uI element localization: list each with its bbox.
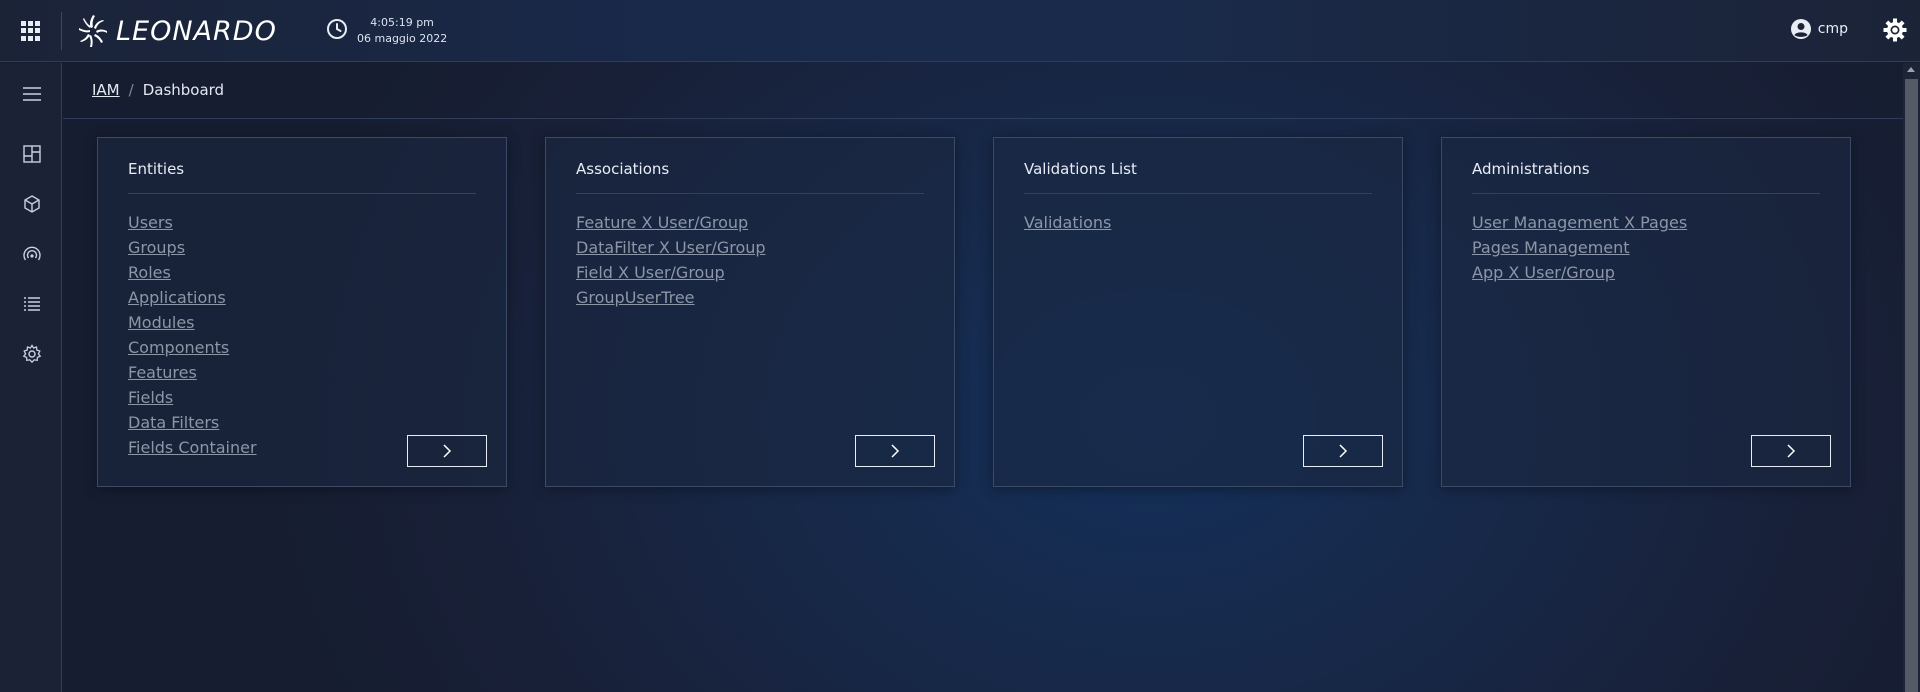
scroll-thumb[interactable] [1905,79,1918,692]
link-applications[interactable]: Applications [128,285,257,310]
chevron-right-icon [1787,444,1796,458]
link-groups[interactable]: Groups [128,235,257,260]
vertical-scrollbar[interactable] [1903,63,1920,692]
link-fields-container[interactable]: Fields Container [128,435,257,460]
link-group-user-tree[interactable]: GroupUserTree [576,285,766,310]
list-icon[interactable] [21,293,43,315]
card-divider [1472,193,1820,194]
brand-logo[interactable]: LEONARDO [76,10,277,52]
open-entities-button[interactable] [407,435,487,467]
card-divider [128,193,476,194]
link-feature-x-user-group[interactable]: Feature X User/Group [576,210,766,235]
datetime: 4:05:19 pm 06 maggio 2022 [357,15,447,47]
link-fields[interactable]: Fields [128,385,257,410]
link-modules[interactable]: Modules [128,310,257,335]
user-menu[interactable]: cmp [1790,18,1848,40]
card-link-list: Users Groups Roles Applications Modules … [128,210,257,460]
link-app-x-user-group[interactable]: App X User/Group [1472,260,1687,285]
card-title: Validations List [1024,160,1137,178]
link-user-management-x-pages[interactable]: User Management X Pages [1472,210,1687,235]
brand-wordmark: LEONARDO [116,15,277,47]
chevron-right-icon [891,444,900,458]
leonardo-emblem-icon [79,15,107,47]
link-users[interactable]: Users [128,210,257,235]
open-validations-button[interactable] [1303,435,1383,467]
card-link-list: User Management X Pages Pages Management… [1472,210,1687,285]
gear-icon[interactable] [1882,17,1908,43]
breadcrumb-iam-link[interactable]: IAM [92,81,120,99]
card-title: Entities [128,160,185,178]
hamburger-icon[interactable] [21,83,43,105]
card-title: Administrations [1472,160,1590,178]
top-bar: LEONARDO 4:05:19 pm 06 maggio 2022 cmp [0,0,1920,62]
clock-icon [327,19,347,39]
card-validations-list: Validations List Validations [993,137,1403,487]
current-time: 4:05:19 pm [370,16,434,29]
link-roles[interactable]: Roles [128,260,257,285]
open-administrations-button[interactable] [1751,435,1831,467]
open-associations-button[interactable] [855,435,935,467]
top-divider [61,12,62,50]
dashboard-icon[interactable] [21,143,43,165]
package-icon[interactable] [21,193,43,215]
card-link-list: Validations [1024,210,1111,235]
link-components[interactable]: Components [128,335,257,360]
gear-icon[interactable] [21,343,43,365]
link-pages-management[interactable]: Pages Management [1472,235,1687,260]
chevron-right-icon [1339,444,1348,458]
card-entities: Entities Users Groups Roles Applications… [97,137,507,487]
link-datafilter-x-user-group[interactable]: DataFilter X User/Group [576,235,766,260]
username: cmp [1817,21,1848,37]
current-date: 06 maggio 2022 [357,32,448,45]
card-divider [576,193,924,194]
card-link-list: Feature X User/Group DataFilter X User/G… [576,210,766,310]
account-circle-icon [1790,19,1811,39]
side-rail [0,63,62,692]
card-associations: Associations Feature X User/Group DataFi… [545,137,955,487]
breadcrumb-current: Dashboard [142,81,225,99]
link-features[interactable]: Features [128,360,257,385]
breadcrumb-separator: / [128,81,134,99]
chevron-right-icon [443,444,452,458]
card-administrations: Administrations User Management X Pages … [1441,137,1851,487]
scroll-up-arrow-icon[interactable] [1907,67,1915,72]
apps-grid-icon[interactable] [21,21,41,41]
link-validations[interactable]: Validations [1024,210,1111,235]
card-divider [1024,193,1372,194]
link-field-x-user-group[interactable]: Field X User/Group [576,260,766,285]
breadcrumb: IAM / Dashboard [92,81,224,99]
link-data-filters[interactable]: Data Filters [128,410,257,435]
breadcrumb-bar: IAM / Dashboard [63,63,1903,119]
card-title: Associations [576,160,670,178]
signal-icon[interactable] [21,243,43,265]
